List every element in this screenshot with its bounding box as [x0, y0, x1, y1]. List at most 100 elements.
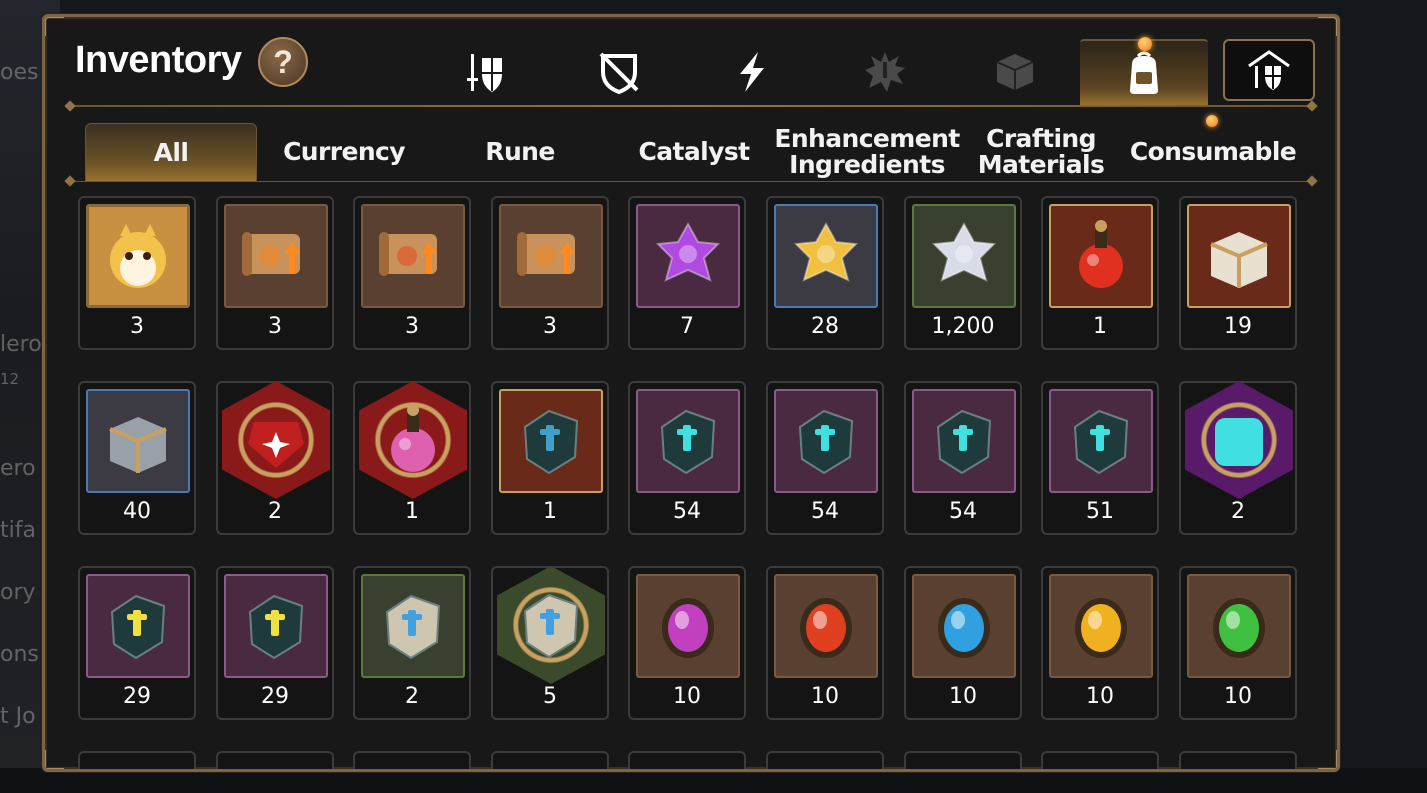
item-frame	[499, 389, 603, 493]
item-count: 10	[1224, 684, 1252, 709]
inventory-item-slot[interactable]	[1041, 751, 1159, 769]
inventory-item-slot[interactable]	[78, 751, 196, 769]
tab-consumable[interactable]: Consumable	[1127, 123, 1299, 181]
help-button[interactable]: ?	[258, 37, 308, 87]
inventory-panel: Inventory ? All Currency Rune Catalyst E…	[42, 14, 1340, 772]
inventory-item-slot[interactable]: 54	[904, 381, 1022, 535]
tab-catalyst[interactable]: Catalyst	[608, 123, 780, 181]
divider-ornament	[64, 100, 76, 112]
inventory-item-slot[interactable]: 10	[1041, 566, 1159, 720]
background-text: ons	[0, 642, 39, 667]
red-fire-orb-icon	[800, 598, 852, 658]
inventory-item-slot[interactable]: 2	[353, 566, 471, 720]
inventory-item-slot[interactable]: 51	[1041, 381, 1159, 535]
inventory-item-slot[interactable]: 2	[1179, 381, 1297, 535]
tab-crafting-materials[interactable]: Crafting Materials	[955, 123, 1127, 181]
item-count: 40	[123, 499, 151, 524]
category-equipment[interactable]	[455, 41, 517, 103]
item-frame	[361, 204, 465, 308]
category-cube[interactable]	[984, 41, 1046, 103]
item-frame	[912, 204, 1016, 308]
equipment-icon	[467, 54, 502, 92]
tab-currency[interactable]: Currency	[258, 123, 430, 181]
inventory-item-slot[interactable]: 5	[491, 566, 609, 720]
blue-hammer-stone-icon	[523, 409, 579, 475]
item-frame	[912, 389, 1016, 493]
item-count: 51	[1086, 499, 1114, 524]
inventory-item-slot[interactable]	[904, 751, 1022, 769]
inventory-item-slot[interactable]: 54	[628, 381, 746, 535]
divider-ornament	[1306, 175, 1318, 187]
storage-house-icon	[1248, 50, 1290, 90]
category-splash-mark[interactable]	[854, 41, 916, 103]
category-storage[interactable]	[1223, 39, 1315, 101]
inventory-item-slot[interactable]: 3	[78, 196, 196, 350]
inventory-item-slot[interactable]	[628, 751, 746, 769]
category-broken-shield[interactable]	[588, 41, 650, 103]
item-count: 10	[1086, 684, 1114, 709]
tab-enhancement-ingredients[interactable]: Enhancement Ingredients	[774, 123, 960, 181]
item-frame	[86, 574, 190, 678]
item-frame	[1185, 381, 1293, 499]
inventory-item-slot[interactable]: 28	[766, 196, 884, 350]
inventory-item-slot[interactable]: 10	[1179, 566, 1297, 720]
blue-star-pale-stone-hex-icon	[523, 593, 579, 659]
divider-ornament	[1306, 100, 1318, 112]
background-right	[1337, 0, 1427, 793]
silver-chest-icon	[109, 417, 167, 473]
yellow-hammer-stone-icon	[110, 594, 166, 660]
notification-dot	[1206, 115, 1218, 127]
inventory-item-slot[interactable]: 1	[1041, 196, 1159, 350]
tab-rune[interactable]: Rune	[434, 123, 606, 181]
inventory-item-slot[interactable]: 54	[766, 381, 884, 535]
background-text: lero	[0, 332, 42, 357]
inventory-item-slot[interactable]: 2	[216, 381, 334, 535]
inventory-item-slot[interactable]: 40	[78, 381, 196, 535]
silver-crystal-flower-icon	[931, 221, 997, 282]
inventory-item-slot[interactable]: 1	[353, 381, 471, 535]
purple-crystal-flower-icon	[655, 221, 721, 282]
inventory-item-slot[interactable]	[1179, 751, 1297, 769]
inventory-item-slot[interactable]: 3	[353, 196, 471, 350]
item-frame	[224, 574, 328, 678]
inventory-item-slot[interactable]: 3	[491, 196, 609, 350]
splash-mark-icon	[865, 52, 905, 92]
inventory-item-slot[interactable]: 1	[491, 381, 609, 535]
frame-corner	[45, 17, 64, 36]
inventory-item-slot[interactable]: 3	[216, 196, 334, 350]
item-count: 54	[673, 499, 701, 524]
category-lightning[interactable]	[721, 41, 783, 103]
purple-moon-orb-icon	[662, 598, 714, 658]
inventory-item-slot[interactable]: 29	[78, 566, 196, 720]
inventory-item-slot[interactable]: 10	[904, 566, 1022, 720]
inventory-item-slot[interactable]	[766, 751, 884, 769]
green-leaf-orb-icon	[1213, 598, 1265, 658]
inventory-item-slot[interactable]: 19	[1179, 196, 1297, 350]
item-frame	[359, 381, 467, 499]
background-text: oes	[0, 60, 39, 85]
item-count: 2	[268, 499, 282, 524]
inventory-item-slot[interactable]: 1,200	[904, 196, 1022, 350]
item-count: 2	[1231, 499, 1245, 524]
item-count: 54	[811, 499, 839, 524]
inventory-item-slot[interactable]	[216, 751, 334, 769]
item-count: 3	[268, 314, 282, 339]
tab-all[interactable]: All	[85, 123, 257, 181]
item-frame	[86, 204, 190, 308]
item-count: 10	[811, 684, 839, 709]
inventory-item-slot[interactable]	[353, 751, 471, 769]
red-potion-flask-icon	[1079, 220, 1123, 288]
item-frame	[1049, 204, 1153, 308]
item-frame	[636, 389, 740, 493]
inventory-item-slot[interactable]: 29	[216, 566, 334, 720]
inventory-item-slot[interactable]	[491, 751, 609, 769]
inventory-item-slot[interactable]: 10	[766, 566, 884, 720]
inventory-item-slot[interactable]: 7	[628, 196, 746, 350]
item-count: 19	[1224, 314, 1252, 339]
item-count: 1	[1093, 314, 1107, 339]
inventory-item-slot[interactable]: 10	[628, 566, 746, 720]
scroll-orange-arrow-icon	[517, 232, 575, 276]
item-frame	[222, 381, 330, 499]
notification-dot	[1138, 37, 1152, 51]
background-text: 12	[0, 370, 20, 388]
